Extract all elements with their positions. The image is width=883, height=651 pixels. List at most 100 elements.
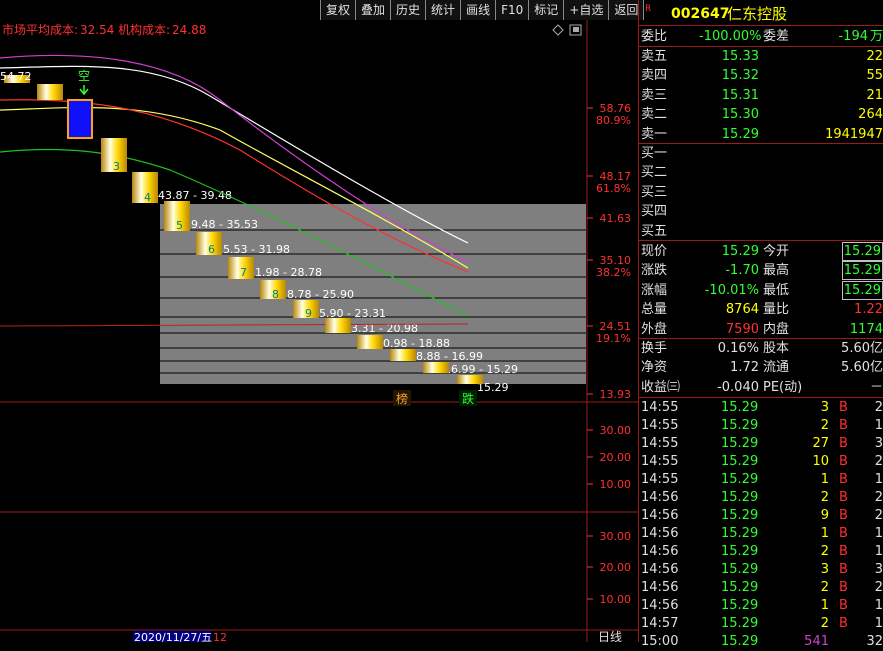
weibi-value: -100.00% [699,29,762,44]
tick-count: 2 [874,400,883,415]
tick-row[interactable]: 14:55 15.29 3 B 2 [639,399,883,417]
fund-label: PE(动) [763,379,803,395]
stat-label: 现价 [641,244,668,259]
tick-count: 2 [874,490,883,505]
candle[interactable] [457,375,483,384]
weicha-unit: 万 [869,29,883,44]
tick-count: 2 [874,454,883,469]
axis-pct-label: 19.1% [596,332,631,345]
candle[interactable] [67,99,93,139]
tick-time: 14:56 [641,544,679,559]
stat-label: 最高 [763,263,790,279]
candle[interactable] [357,335,383,349]
toolbar-btn-0[interactable]: 复权 [321,0,357,20]
ask-price: 15.33 [721,49,759,64]
tick-price: 15.29 [721,634,759,649]
tick-volume: 3 [820,562,829,577]
toolbar-btn-7[interactable]: +自选 [564,0,610,20]
tick-row[interactable]: 14:55 15.29 27 B 3 [639,435,883,453]
bid-row: 买四 [639,202,883,221]
bid-row: 买三 [639,183,883,202]
fall-badge[interactable]: 跌 [462,391,474,406]
ask-label: 卖五 [641,49,668,64]
tick-volume: 27 [812,436,829,451]
tick-row[interactable]: 14:55 15.29 1 B 1 [639,471,883,489]
sub-axis-label: 10.00 [600,478,632,491]
ask-label: 卖四 [641,68,668,84]
candle-number: 6 [208,243,215,256]
stat-value: 15.29 [721,244,759,259]
stat-value: 1.22 [854,302,883,318]
kline-chart[interactable]: 43.87 - 39.48 39.48 - 35.53 35.53 - 31.98 3… [0,0,638,642]
toolbar-btn-6[interactable]: 标记 [529,0,565,20]
window-icon[interactable] [569,24,582,36]
tick-row[interactable]: 14:55 15.29 10 B 2 [639,453,883,471]
bid-row: 买二 [639,163,883,182]
tick-time: 14:56 [641,580,679,595]
candle-number: 7 [240,266,247,279]
tick-row[interactable]: 14:56 15.29 2 B 2 [639,579,883,597]
chip-range-label: 39.48 - 35.53 [184,218,258,231]
list-badge[interactable]: 榜 [396,391,408,406]
tick-side: B [839,490,848,505]
candle[interactable] [423,362,449,373]
bid-label: 买四 [641,204,668,220]
fund-value: 5.60亿 [841,341,883,356]
tick-row[interactable]: 14:56 15.29 2 B 2 [639,489,883,507]
sub-panel-2-axis: 30.00 20.00 10.00 [587,530,631,606]
period-label[interactable]: 日线 [598,630,622,642]
fund-row: 净资 1.72 流通 5.60亿 [639,358,883,377]
bid-row: 买一 [639,144,883,163]
tick-row[interactable]: 14:56 15.29 1 B 1 [639,525,883,543]
tick-count: 2 [874,508,883,523]
stat-row: 涨跌 -1.70 最高 15.29 [639,261,883,281]
chip-range-group: 43.87 - 39.48 39.48 - 35.53 35.53 - 31.98 3… [158,189,586,394]
tick-side: B [839,562,848,577]
chip-range-label: 16.99 - 15.29 [444,363,518,376]
candle-number: 3 [113,160,120,173]
candle[interactable] [325,318,351,333]
tick-count: 1 [874,598,883,613]
candle[interactable] [390,349,416,361]
chip-range-area [160,204,586,384]
fund-value: 1.72 [730,360,759,376]
partial-price-label: 54.72 [0,70,32,83]
toolbar-btn-5[interactable]: F10 [496,0,530,20]
diamond-icon[interactable] [552,24,564,36]
stat-label: 最低 [763,282,790,298]
ask-price: 15.29 [721,126,759,142]
tick-time: 14:55 [641,400,679,415]
tick-volume: 2 [820,490,829,505]
tick-volume: 1 [820,526,829,541]
weicha-label: 委差 [763,29,790,44]
tick-row[interactable]: 14:56 15.29 2 B 1 [639,543,883,561]
toolbar-btn-3[interactable]: 统计 [426,0,462,20]
ask-label: 卖二 [641,107,668,123]
tick-time: 14:55 [641,454,679,469]
tick-row[interactable]: 14:55 15.29 2 B 1 [639,417,883,435]
toolbar-btn-2[interactable]: 历史 [391,0,427,20]
ask-price: 15.32 [721,68,759,84]
tick-row[interactable]: 15:00 15.29 541 32 [639,633,883,651]
inst-cost-label: 机构成本: [118,22,170,37]
tick-side: B [839,508,848,523]
stat-value: 15.29 [841,242,883,261]
toolbar-btn-4[interactable]: 画线 [461,0,497,20]
stat-value: 8764 [725,302,759,318]
tick-row[interactable]: 14:56 15.29 9 B 2 [639,507,883,525]
toolbar-btn-1[interactable]: 叠加 [356,0,392,20]
stat-value: 15.29 [841,261,883,281]
date-label: 2020/11/27/五 [134,631,212,642]
candle-number: 4 [144,191,151,204]
stat-label: 内盘 [763,321,790,337]
ask-row: 卖二 15.30 264 [639,105,883,124]
tick-row[interactable]: 14:56 15.29 3 B 3 [639,561,883,579]
candle[interactable] [37,84,63,100]
ask-price: 15.31 [721,87,759,103]
tick-row[interactable]: 14:56 15.29 1 B 1 [639,597,883,615]
ask-row: 卖一 15.29 1941947 [639,125,883,144]
tick-count: 2 [874,580,883,595]
tick-row[interactable]: 14:57 15.29 2 B 1 [639,615,883,633]
bid-label: 买三 [641,184,668,200]
ask-volume: 22 [866,49,883,64]
